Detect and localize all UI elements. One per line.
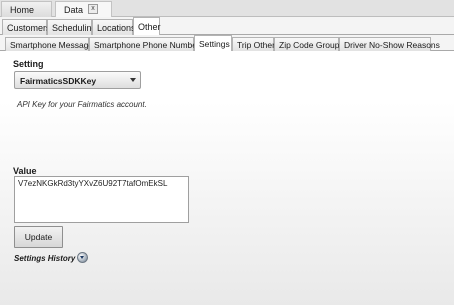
tab-other-label: Other [138, 22, 161, 32]
tab-settings-label: Settings [199, 39, 230, 49]
tab-data[interactable]: Data x [55, 1, 112, 18]
tab-home[interactable]: Home [1, 1, 52, 17]
tab-other[interactable]: Other [133, 17, 161, 36]
update-button[interactable]: Update [14, 226, 63, 248]
setting-dropdown[interactable]: FairmaticsSDKKey [14, 71, 141, 89]
tab-smartphone-phone-numbers[interactable]: Smartphone Phone Numbers [89, 37, 204, 51]
tab-settings[interactable]: Settings [194, 35, 232, 52]
tab-zip-code-groups-label: Zip Code Groups [279, 40, 344, 50]
settings-history-label: Settings History [14, 254, 76, 263]
value-label: Value [13, 166, 37, 176]
tab-driver-no-show-reasons[interactable]: Driver No-Show Reasons [339, 37, 440, 51]
tab-locations[interactable]: Locations [92, 19, 136, 35]
tab-smartphone-messages-label: Smartphone Messages [10, 40, 98, 50]
expand-down-icon[interactable] [77, 252, 88, 263]
tab-customers[interactable]: Customers [2, 19, 51, 35]
close-icon[interactable]: x [88, 4, 98, 14]
chevron-down-icon [130, 78, 136, 82]
update-button-label: Update [24, 232, 53, 242]
settings-tab-bar: Smartphone Messages Smartphone Phone Num… [0, 35, 454, 52]
tab-trip-other-label: Trip Other [237, 40, 275, 50]
setting-dropdown-value: FairmaticsSDKKey [20, 76, 97, 86]
tab-scheduling-label: Scheduling [52, 23, 97, 33]
tab-data-label: Data [64, 5, 84, 15]
value-field[interactable]: V7ezNKGkRd3tyYXvZ6U92T7tafOmEkSL [14, 176, 189, 223]
setting-description: API Key for your Fairmatics account. [17, 100, 147, 109]
tab-driver-no-show-reasons-label: Driver No-Show Reasons [344, 40, 440, 50]
tab-customers-label: Customers [7, 23, 51, 33]
tab-smartphone-phone-numbers-label: Smartphone Phone Numbers [94, 40, 205, 50]
document-tab-bar: Home Data x [0, 0, 454, 18]
settings-panel: Setting FairmaticsSDKKey API Key for you… [0, 51, 454, 305]
tab-smartphone-messages[interactable]: Smartphone Messages [5, 37, 97, 51]
tab-trip-other[interactable]: Trip Other [232, 37, 275, 51]
category-tab-bar: Customers Scheduling Locations Other [0, 17, 454, 36]
tab-locations-label: Locations [97, 23, 136, 33]
tab-zip-code-groups[interactable]: Zip Code Groups [274, 37, 344, 51]
setting-label: Setting [13, 59, 44, 69]
tab-scheduling[interactable]: Scheduling [47, 19, 97, 35]
value-field-text: V7ezNKGkRd3tyYXvZ6U92T7tafOmEkSL [18, 179, 168, 188]
tab-home-label: Home [10, 5, 35, 15]
